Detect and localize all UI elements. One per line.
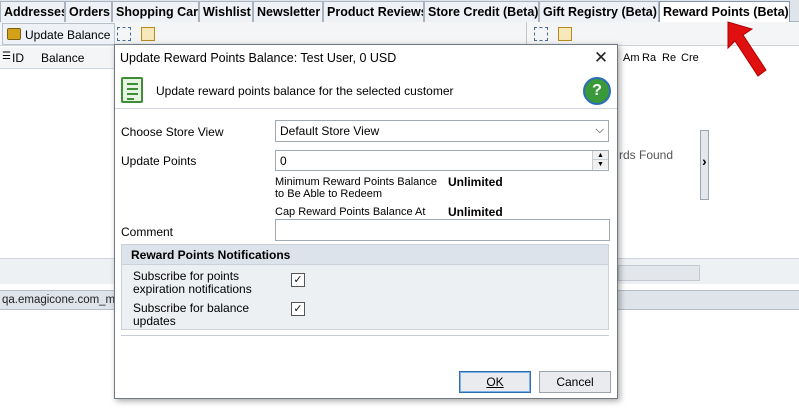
update-points-value: 0 <box>280 154 287 168</box>
right-filter-icon[interactable] <box>558 27 572 41</box>
comment-input[interactable] <box>275 219 610 241</box>
tab-product-reviews[interactable]: Product Reviews <box>323 1 424 22</box>
update-balance-dialog: Update Reward Points Balance: Test User,… <box>114 44 618 399</box>
store-view-label: Choose Store View <box>121 125 224 139</box>
cap-balance-value: Unlimited <box>448 205 503 219</box>
expiration-label: Subscribe for points expiration notifica… <box>133 269 252 296</box>
ok-button[interactable]: OK <box>459 371 531 393</box>
document-icon <box>121 77 143 103</box>
tab-gift-registry[interactable]: Gift Registry (Beta) <box>539 1 659 22</box>
dialog-title: Update Reward Points Balance: Test User,… <box>120 51 397 65</box>
chevron-down-icon: ⌵ <box>595 124 604 136</box>
red-arrow-icon <box>727 21 767 77</box>
filter-icon[interactable] <box>141 27 155 41</box>
store-view-select[interactable]: Default Store View ⌵ <box>275 120 609 142</box>
tab-store-credit[interactable]: Store Credit (Beta) <box>424 1 539 22</box>
dialog-header: Update reward points balance for the sel… <box>115 73 617 109</box>
dialog-header-text: Update reward points balance for the sel… <box>156 84 454 98</box>
horizontal-scrollbar[interactable] <box>618 265 700 281</box>
notifications-header: Reward Points Notifications <box>122 245 608 265</box>
right-column-ra[interactable]: Ra <box>642 52 656 64</box>
right-column-am[interactable]: Am <box>623 52 640 64</box>
update-balance-icon <box>7 28 21 40</box>
tab-shopping-cart[interactable]: Shopping Cart <box>112 1 199 22</box>
cancel-button[interactable]: Cancel <box>539 371 611 393</box>
grid-menu-icon[interactable]: ☰ <box>2 51 11 62</box>
columns-icon[interactable] <box>117 27 131 41</box>
update-balance-button[interactable]: Update Balance <box>2 23 116 45</box>
grid-header: ☰ ID Balance <box>0 47 120 69</box>
close-icon[interactable]: ✕ <box>591 48 611 68</box>
tab-newsletter[interactable]: Newsletter <box>253 1 323 22</box>
grid-column-id[interactable]: ID <box>12 51 24 65</box>
right-column-cre[interactable]: Cre <box>681 52 699 64</box>
pane-splitter[interactable] <box>700 130 709 200</box>
update-points-input[interactable]: 0 ▲ ▼ <box>275 150 609 171</box>
tab-addresses[interactable]: Addresses <box>0 1 65 22</box>
min-balance-label: Minimum Reward Points Balance to Be Able… <box>275 176 438 200</box>
tab-strip: Addresses Orders Shopping Cart Wishlist … <box>0 0 799 23</box>
balance-updates-label: Subscribe for balance updates <box>133 301 250 328</box>
status-text: qa.emagicone.com_mag <box>2 294 128 306</box>
notifications-title: Reward Points Notifications <box>131 248 291 262</box>
comment-label: Comment <box>121 225 174 239</box>
right-column-re[interactable]: Re <box>662 52 676 64</box>
spin-up-icon[interactable]: ▲ <box>593 151 608 160</box>
update-points-label: Update Points <box>121 154 197 168</box>
store-view-value: Default Store View <box>280 124 380 138</box>
cap-balance-label: Cap Reward Points Balance At <box>275 206 426 218</box>
notifications-group: Reward Points Notifications Subscribe fo… <box>121 244 609 330</box>
tab-wishlist[interactable]: Wishlist <box>199 1 253 22</box>
grid-column-balance[interactable]: Balance <box>41 51 84 65</box>
dialog-separator <box>121 335 609 336</box>
tab-orders[interactable]: Orders <box>65 1 112 22</box>
dialog-title-bar[interactable]: Update Reward Points Balance: Test User,… <box>115 45 617 73</box>
expiration-checkbox[interactable]: ✓ <box>291 273 305 287</box>
update-points-stepper: ▲ ▼ <box>592 151 608 170</box>
right-columns-icon[interactable] <box>534 27 548 41</box>
balance-updates-checkbox[interactable]: ✓ <box>291 302 305 316</box>
spin-down-icon[interactable]: ▼ <box>593 160 608 169</box>
no-records-text: rds Found <box>619 148 674 162</box>
help-icon[interactable]: ? <box>583 77 611 105</box>
min-balance-value: Unlimited <box>448 175 503 189</box>
update-balance-label: Update Balance <box>25 28 111 42</box>
